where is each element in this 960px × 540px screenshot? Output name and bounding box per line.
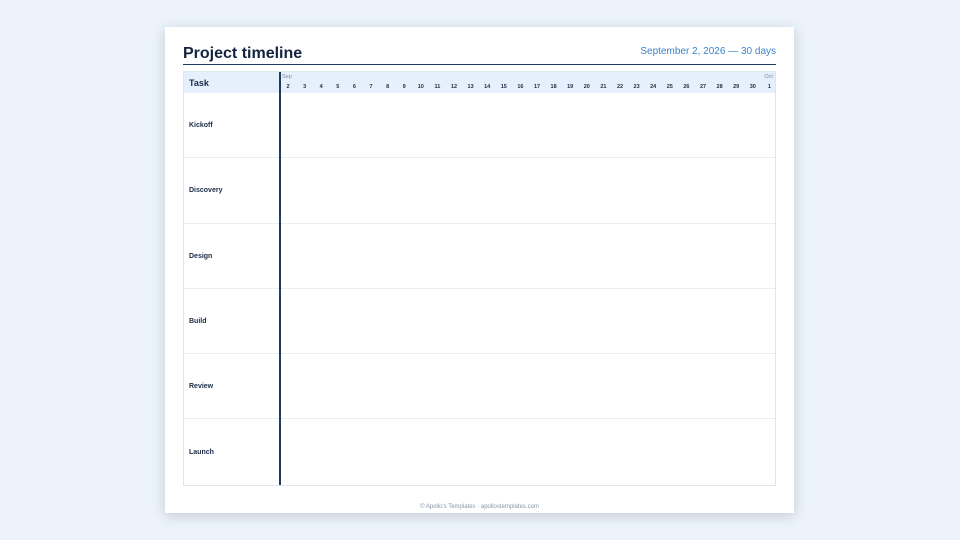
day-label: 22: [616, 84, 624, 90]
day-label: 5: [336, 84, 340, 90]
timeline-grid: Task Sep Oct 2 3 4 5 6 7 8 9 10 11 12 13 14 15 16 17 18 19…: [183, 71, 776, 486]
task-label: Discovery: [189, 187, 223, 195]
day-label: 19: [567, 84, 574, 90]
day-label: 11: [434, 84, 441, 90]
page-title: Project timeline: [183, 45, 303, 62]
task-row: Discovery: [184, 158, 775, 224]
day-label: 2: [286, 84, 290, 90]
day-label: 7: [369, 84, 373, 90]
footer-credit: © Apollo's Templates · apollostemplates.…: [420, 504, 539, 510]
day-label: 28: [716, 84, 723, 90]
task-label: Review: [189, 383, 214, 391]
month-label: Oct: [764, 74, 773, 80]
date-range-subtitle: September 2, 2026 — 30 days: [640, 46, 776, 57]
day-label: 8: [386, 84, 390, 90]
day-label: 14: [484, 84, 491, 90]
timeline-header: Task Sep Oct 2 3 4 5 6 7 8 9 10 11 12 13 14 15 16 17 18 19…: [184, 72, 775, 93]
month-label: Sep: [282, 74, 292, 80]
task-label: Build: [189, 317, 207, 325]
day-label: 1: [767, 84, 771, 90]
day-label: 3: [303, 84, 307, 90]
day-label: 12: [450, 84, 458, 90]
day-label: 6: [352, 84, 356, 90]
day-label: 27: [699, 84, 707, 90]
timeline-sheet: Project timeline September 2, 2026 — 30 …: [165, 27, 794, 513]
day-label: 26: [683, 84, 690, 90]
day-label: 30: [749, 84, 756, 90]
day-label: 13: [467, 84, 474, 90]
day-label: 4: [319, 84, 323, 90]
task-row: Design: [184, 224, 775, 289]
task-row: Review: [184, 354, 775, 420]
day-label: 23: [633, 84, 640, 90]
task-column-header: Task: [189, 78, 209, 88]
task-row: Build: [184, 289, 775, 355]
day-label: 29: [733, 84, 740, 90]
title-rule: [183, 64, 776, 65]
day-label: 25: [666, 84, 673, 90]
day-label: 21: [600, 84, 607, 90]
task-label: Kickoff: [189, 122, 213, 129]
task-label: Design: [189, 252, 213, 260]
day-label: 16: [517, 84, 524, 90]
task-row: Kickoff: [184, 93, 775, 159]
day-label: 17: [533, 84, 541, 90]
task-row: Launch: [184, 420, 775, 485]
task-label: Launch: [189, 448, 214, 456]
day-label: 15: [500, 84, 507, 90]
day-label: 10: [417, 84, 424, 90]
day-label: 9: [402, 84, 406, 90]
day-label: 20: [583, 84, 590, 90]
task-column-divider: [279, 72, 281, 485]
day-label: 24: [650, 84, 657, 90]
day-label: 18: [550, 84, 557, 90]
